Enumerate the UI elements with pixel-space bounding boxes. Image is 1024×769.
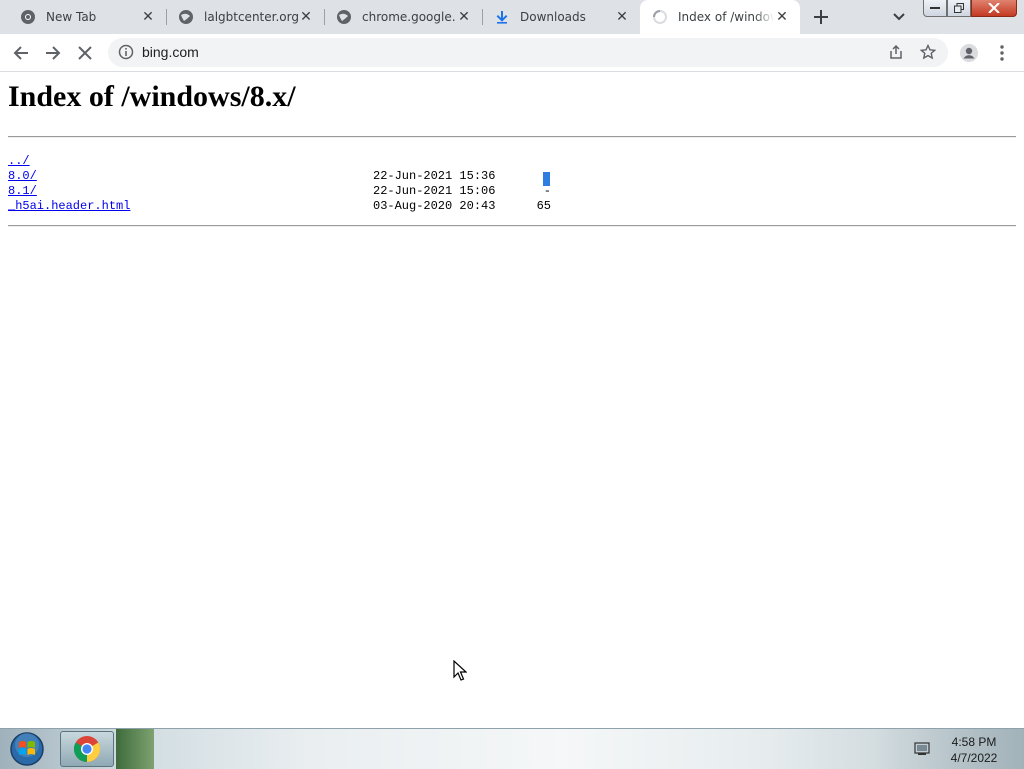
globe-icon <box>336 9 352 25</box>
tab-strip: New Tab ✕ lalgbtcenter.org ✕ chrome.goog… <box>0 0 1024 34</box>
close-icon[interactable]: ✕ <box>774 9 790 25</box>
tab-new-tab[interactable]: New Tab ✕ <box>8 0 166 34</box>
taskbar: 4:58 PM 4/7/2022 <box>0 728 1024 769</box>
action-center-flag-icon[interactable] <box>914 741 930 761</box>
page-content: Index of /windows/8.x/ ../ 8.0/ 22-Jun-2… <box>0 72 1024 728</box>
tab-label: lalgbtcenter.org <box>204 10 298 24</box>
profile-button[interactable] <box>954 38 984 68</box>
globe-icon <box>178 9 194 25</box>
more-vert-icon <box>1000 45 1004 61</box>
window-controls <box>923 0 1017 20</box>
tab-index-of-windows[interactable]: Index of /window ✕ <box>640 0 800 34</box>
divider <box>8 136 1016 138</box>
minimize-button[interactable] <box>923 0 947 17</box>
minimize-icon <box>930 7 940 9</box>
listing-row: _h5ai.header.html 03-Aug-2020 20:43 65 <box>8 199 551 214</box>
tab-label: Downloads <box>520 10 586 24</box>
chrome-icon <box>20 9 36 25</box>
restore-icon <box>954 3 964 13</box>
download-icon <box>494 9 510 25</box>
menu-button[interactable] <box>987 38 1017 68</box>
new-tab-button[interactable] <box>808 5 834 29</box>
tab-chrome-google[interactable]: chrome.google.co ✕ <box>324 0 482 34</box>
mouse-cursor-icon <box>453 659 468 686</box>
back-button[interactable] <box>6 38 36 68</box>
star-icon[interactable] <box>919 43 937 64</box>
start-button[interactable] <box>5 731 49 767</box>
system-clock[interactable]: 4:58 PM 4/7/2022 <box>940 734 1008 766</box>
chevron-down-icon <box>893 13 905 21</box>
parent-directory-link[interactable]: ../ <box>8 154 30 169</box>
modified-date: 22-Jun-2021 15:36 <box>373 169 496 183</box>
file-size: 65 <box>536 199 551 213</box>
url-text[interactable]: bing.com <box>142 44 199 60</box>
stop-loading-button[interactable] <box>70 38 100 68</box>
close-icon[interactable]: ✕ <box>614 9 630 25</box>
share-icon[interactable] <box>888 44 904 64</box>
window-close-button[interactable] <box>971 0 1017 17</box>
chrome-icon <box>73 736 101 763</box>
modified-date: 22-Jun-2021 15:06 <box>373 184 496 198</box>
browser-toolbar: bing.com <box>0 34 1024 72</box>
info-icon[interactable] <box>118 44 134 64</box>
listing-row: 8.1/ 22-Jun-2021 15:06 - <box>8 184 551 199</box>
tab-search-button[interactable] <box>886 4 912 30</box>
tab-label: New Tab <box>46 10 97 24</box>
tab-label: Index of /window <box>678 10 774 24</box>
close-icon <box>78 46 92 60</box>
tab-downloads[interactable]: Downloads ✕ <box>482 0 640 34</box>
listing-row: 8.0/ 22-Jun-2021 15:36 - <box>8 169 551 184</box>
listing-row: ../ <box>8 154 51 169</box>
divider <box>8 225 1016 227</box>
loading-spinner-icon <box>652 9 668 25</box>
restore-button[interactable] <box>947 0 971 17</box>
plus-icon <box>814 10 828 24</box>
directory-link[interactable]: 8.1/ <box>8 184 37 199</box>
taskbar-chrome-button[interactable] <box>60 731 114 767</box>
modified-date: 03-Aug-2020 20:43 <box>373 199 496 213</box>
close-icon[interactable]: ✕ <box>140 9 156 25</box>
file-link[interactable]: _h5ai.header.html <box>8 199 130 214</box>
arrow-left-icon <box>13 46 28 60</box>
page-title: Index of /windows/8.x/ <box>8 80 296 113</box>
close-icon <box>988 3 1000 13</box>
close-icon[interactable]: ✕ <box>298 9 314 25</box>
profile-icon <box>960 44 978 62</box>
tab-lalgbtcenter[interactable]: lalgbtcenter.org ✕ <box>166 0 324 34</box>
close-icon[interactable]: ✕ <box>456 9 472 25</box>
text-selection-highlight <box>543 172 550 186</box>
clock-date: 4/7/2022 <box>950 751 998 765</box>
address-bar[interactable]: bing.com <box>108 38 948 67</box>
directory-link[interactable]: 8.0/ <box>8 169 37 184</box>
directory-listing: ../ 8.0/ 22-Jun-2021 15:36 - 8.1/ 22-Jun… <box>8 154 551 214</box>
arrow-right-icon <box>46 46 61 60</box>
taskbar-app-button[interactable] <box>116 729 154 769</box>
windows-logo-icon <box>10 732 44 766</box>
forward-button[interactable] <box>38 38 68 68</box>
clock-time: 4:58 PM <box>951 735 997 749</box>
tab-label: chrome.google.co <box>362 10 456 24</box>
file-size: - <box>543 184 551 198</box>
